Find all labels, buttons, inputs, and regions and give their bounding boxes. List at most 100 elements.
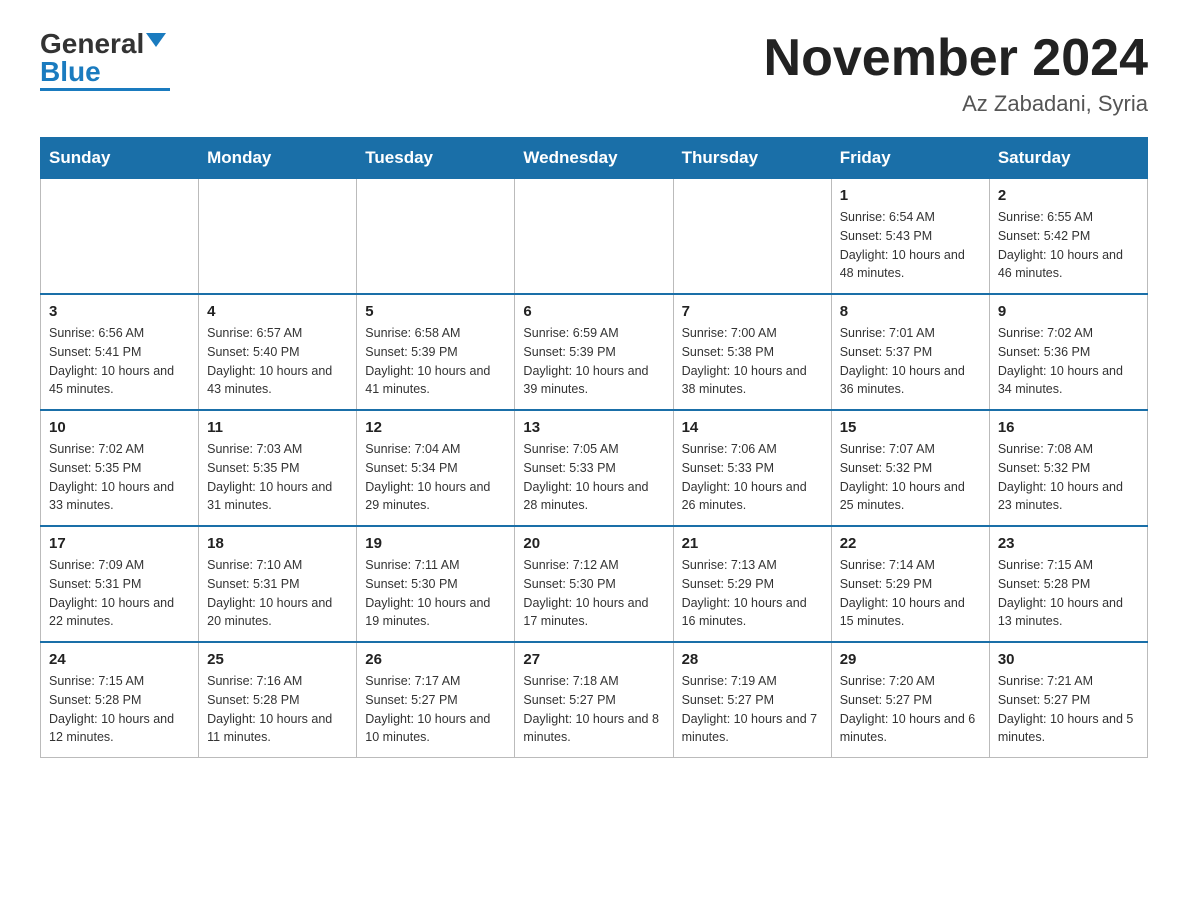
- day-number: 13: [523, 419, 664, 436]
- calendar-cell: 29 Sunrise: 7:20 AM Sunset: 5:27 PM Dayli…: [831, 642, 989, 758]
- weekday-header-friday: Friday: [831, 138, 989, 179]
- day-info: Sunrise: 6:57 AM Sunset: 5:40 PM Dayligh…: [207, 324, 348, 399]
- day-info: Sunrise: 7:08 AM Sunset: 5:32 PM Dayligh…: [998, 440, 1139, 515]
- day-number: 20: [523, 535, 664, 552]
- day-number: 11: [207, 419, 348, 436]
- calendar-cell: [515, 179, 673, 295]
- day-number: 4: [207, 303, 348, 320]
- calendar-cell: 17Sunrise: 7:09 AM Sunset: 5:31 PM Dayli…: [41, 526, 199, 642]
- day-number: 30: [998, 651, 1139, 668]
- week-row-4: 17Sunrise: 7:09 AM Sunset: 5:31 PM Dayli…: [41, 526, 1148, 642]
- day-info: Sunrise: 6:58 AM Sunset: 5:39 PM Dayligh…: [365, 324, 506, 399]
- weekday-header-wednesday: Wednesday: [515, 138, 673, 179]
- day-info: Sunrise: 7:11 AM Sunset: 5:30 PM Dayligh…: [365, 556, 506, 631]
- day-number: 3: [49, 303, 190, 320]
- calendar-cell: 2 Sunrise: 6:55 AM Sunset: 5:42 PM Daylig…: [989, 179, 1147, 295]
- day-info: Sunrise: 7:16 AM Sunset: 5:28 PM Dayligh…: [207, 672, 348, 747]
- logo-general-text: General: [40, 30, 144, 58]
- day-number: 10: [49, 419, 190, 436]
- logo: General Blue: [40, 30, 170, 91]
- day-info: Sunrise: 7:15 AM Sunset: 5:28 PM Dayligh…: [49, 672, 190, 747]
- calendar-cell: [199, 179, 357, 295]
- day-info: Sunrise: 7:15 AM Sunset: 5:28 PM Dayligh…: [998, 556, 1139, 631]
- day-number: 2: [998, 187, 1139, 204]
- day-number: 16: [998, 419, 1139, 436]
- day-number: 22: [840, 535, 981, 552]
- calendar-cell: 26 Sunrise: 7:17 AM Sunset: 5:27 PM Dayli…: [357, 642, 515, 758]
- calendar-cell: 11 Sunrise: 7:03 AM Sunset: 5:35 PM Dayli…: [199, 410, 357, 526]
- day-number: 8: [840, 303, 981, 320]
- calendar-cell: 22 Sunrise: 7:14 AM Sunset: 5:29 PM Dayli…: [831, 526, 989, 642]
- day-number: 15: [840, 419, 981, 436]
- title-block: November 2024 Az Zabadani, Syria: [764, 30, 1148, 117]
- calendar-cell: 30 Sunrise: 7:21 AM Sunset: 5:27 PM Dayli…: [989, 642, 1147, 758]
- calendar-cell: 9 Sunrise: 7:02 AM Sunset: 5:36 PM Daylig…: [989, 294, 1147, 410]
- calendar-cell: 21 Sunrise: 7:13 AM Sunset: 5:29 PM Dayli…: [673, 526, 831, 642]
- day-info: Sunrise: 7:17 AM Sunset: 5:27 PM Dayligh…: [365, 672, 506, 747]
- calendar-table: SundayMondayTuesdayWednesdayThursdayFrid…: [40, 137, 1148, 758]
- month-title: November 2024: [764, 30, 1148, 87]
- day-info: Sunrise: 7:13 AM Sunset: 5:29 PM Dayligh…: [682, 556, 823, 631]
- day-number: 14: [682, 419, 823, 436]
- day-number: 1: [840, 187, 981, 204]
- week-row-5: 24 Sunrise: 7:15 AM Sunset: 5:28 PM Dayli…: [41, 642, 1148, 758]
- calendar-cell: 12Sunrise: 7:04 AM Sunset: 5:34 PM Dayli…: [357, 410, 515, 526]
- day-number: 25: [207, 651, 348, 668]
- day-info: Sunrise: 7:20 AM Sunset: 5:27 PM Dayligh…: [840, 672, 981, 747]
- calendar-cell: 3Sunrise: 6:56 AM Sunset: 5:41 PM Daylig…: [41, 294, 199, 410]
- calendar-cell: [357, 179, 515, 295]
- day-number: 28: [682, 651, 823, 668]
- day-number: 9: [998, 303, 1139, 320]
- day-info: Sunrise: 7:07 AM Sunset: 5:32 PM Dayligh…: [840, 440, 981, 515]
- day-info: Sunrise: 7:02 AM Sunset: 5:35 PM Dayligh…: [49, 440, 190, 515]
- day-info: Sunrise: 7:06 AM Sunset: 5:33 PM Dayligh…: [682, 440, 823, 515]
- day-info: Sunrise: 7:04 AM Sunset: 5:34 PM Dayligh…: [365, 440, 506, 515]
- logo-triangle-icon: [146, 33, 166, 47]
- day-info: Sunrise: 6:55 AM Sunset: 5:42 PM Dayligh…: [998, 208, 1139, 283]
- calendar-cell: 28 Sunrise: 7:19 AM Sunset: 5:27 PM Dayli…: [673, 642, 831, 758]
- week-row-1: 1Sunrise: 6:54 AM Sunset: 5:43 PM Daylig…: [41, 179, 1148, 295]
- calendar-cell: 4 Sunrise: 6:57 AM Sunset: 5:40 PM Daylig…: [199, 294, 357, 410]
- calendar-cell: 16 Sunrise: 7:08 AM Sunset: 5:32 PM Dayli…: [989, 410, 1147, 526]
- day-info: Sunrise: 7:12 AM Sunset: 5:30 PM Dayligh…: [523, 556, 664, 631]
- day-info: Sunrise: 7:21 AM Sunset: 5:27 PM Dayligh…: [998, 672, 1139, 747]
- week-row-3: 10 Sunrise: 7:02 AM Sunset: 5:35 PM Dayli…: [41, 410, 1148, 526]
- day-number: 26: [365, 651, 506, 668]
- day-info: Sunrise: 7:19 AM Sunset: 5:27 PM Dayligh…: [682, 672, 823, 747]
- day-info: Sunrise: 7:03 AM Sunset: 5:35 PM Dayligh…: [207, 440, 348, 515]
- day-info: Sunrise: 7:10 AM Sunset: 5:31 PM Dayligh…: [207, 556, 348, 631]
- calendar-cell: 19 Sunrise: 7:11 AM Sunset: 5:30 PM Dayli…: [357, 526, 515, 642]
- weekday-header-row: SundayMondayTuesdayWednesdayThursdayFrid…: [41, 138, 1148, 179]
- calendar-cell: 10 Sunrise: 7:02 AM Sunset: 5:35 PM Dayli…: [41, 410, 199, 526]
- day-info: Sunrise: 7:02 AM Sunset: 5:36 PM Dayligh…: [998, 324, 1139, 399]
- day-number: 7: [682, 303, 823, 320]
- calendar-cell: 5Sunrise: 6:58 AM Sunset: 5:39 PM Daylig…: [357, 294, 515, 410]
- day-info: Sunrise: 6:59 AM Sunset: 5:39 PM Dayligh…: [523, 324, 664, 399]
- logo-blue-text: Blue: [40, 58, 101, 86]
- calendar-cell: 13 Sunrise: 7:05 AM Sunset: 5:33 PM Dayli…: [515, 410, 673, 526]
- week-row-2: 3Sunrise: 6:56 AM Sunset: 5:41 PM Daylig…: [41, 294, 1148, 410]
- calendar-cell: 15 Sunrise: 7:07 AM Sunset: 5:32 PM Dayli…: [831, 410, 989, 526]
- calendar-cell: 18 Sunrise: 7:10 AM Sunset: 5:31 PM Dayli…: [199, 526, 357, 642]
- weekday-header-tuesday: Tuesday: [357, 138, 515, 179]
- calendar-cell: 23 Sunrise: 7:15 AM Sunset: 5:28 PM Dayli…: [989, 526, 1147, 642]
- day-number: 23: [998, 535, 1139, 552]
- day-info: Sunrise: 7:14 AM Sunset: 5:29 PM Dayligh…: [840, 556, 981, 631]
- day-number: 18: [207, 535, 348, 552]
- day-number: 21: [682, 535, 823, 552]
- weekday-header-monday: Monday: [199, 138, 357, 179]
- calendar-cell: 1Sunrise: 6:54 AM Sunset: 5:43 PM Daylig…: [831, 179, 989, 295]
- day-number: 29: [840, 651, 981, 668]
- page-header: General Blue November 2024 Az Zabadani, …: [40, 30, 1148, 117]
- calendar-cell: 27Sunrise: 7:18 AM Sunset: 5:27 PM Dayli…: [515, 642, 673, 758]
- calendar-cell: 7Sunrise: 7:00 AM Sunset: 5:38 PM Daylig…: [673, 294, 831, 410]
- day-number: 24: [49, 651, 190, 668]
- day-info: Sunrise: 7:18 AM Sunset: 5:27 PM Dayligh…: [523, 672, 664, 747]
- calendar-cell: 20 Sunrise: 7:12 AM Sunset: 5:30 PM Dayli…: [515, 526, 673, 642]
- logo-underline: [40, 88, 170, 91]
- day-info: Sunrise: 7:01 AM Sunset: 5:37 PM Dayligh…: [840, 324, 981, 399]
- day-number: 19: [365, 535, 506, 552]
- day-number: 17: [49, 535, 190, 552]
- location-title: Az Zabadani, Syria: [764, 91, 1148, 117]
- day-info: Sunrise: 7:05 AM Sunset: 5:33 PM Dayligh…: [523, 440, 664, 515]
